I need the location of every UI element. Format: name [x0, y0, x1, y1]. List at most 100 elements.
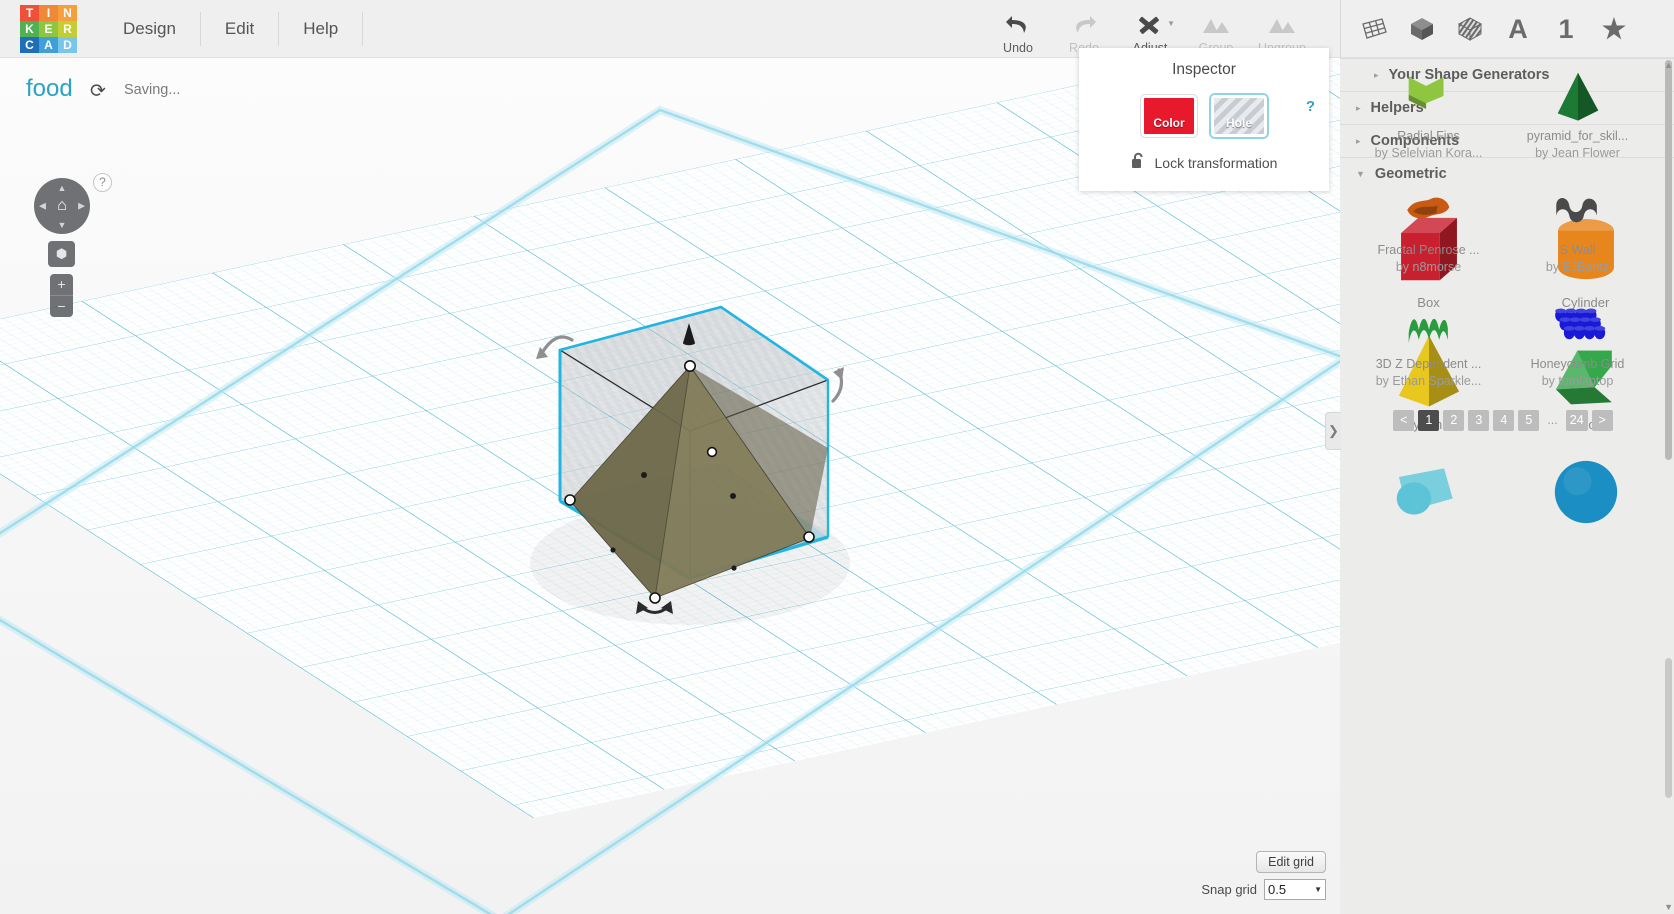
- save-status: Saving...: [124, 82, 181, 98]
- edit-grid-button[interactable]: Edit grid: [1256, 851, 1326, 873]
- menu-item-edit[interactable]: Edit: [201, 11, 280, 46]
- gallery-item-author: by EJBantz: [1545, 260, 1610, 274]
- pagination-page-4[interactable]: 4: [1493, 410, 1515, 431]
- logo-tile-t: T: [20, 4, 39, 21]
- gallery-item[interactable]: Fractal Penrose ... by n8morse: [1354, 172, 1503, 286]
- zoom-out-button[interactable]: −: [50, 296, 73, 317]
- gallery-item-author: by Ethan Sparkle...: [1375, 374, 1482, 388]
- handle-center: [706, 446, 718, 458]
- color-swatch-label: Color: [1153, 116, 1185, 130]
- shape-item-halfcyl[interactable]: [1350, 438, 1507, 545]
- undo-button[interactable]: Undo: [985, 3, 1051, 55]
- adjust-caret-icon: ▼: [1167, 19, 1175, 28]
- gallery-item[interactable]: Honeycomb Grid by tomlaptop: [1503, 286, 1652, 400]
- nav-right-icon[interactable]: ▶: [78, 201, 85, 212]
- color-swatch-button[interactable]: Color: [1141, 95, 1197, 137]
- shapes-sidebar: Radial Fins by Selelvian Kora... pyramid_f…: [1340, 58, 1674, 914]
- handle-right: [803, 531, 815, 543]
- handle-dot-a: [641, 472, 647, 478]
- undo-label: Undo: [1003, 41, 1033, 55]
- snap-grid-select[interactable]: 0.5 ▼: [1264, 879, 1326, 900]
- gallery-item-name: Honeycomb Grid: [1530, 357, 1625, 371]
- numbers-icon[interactable]: 1: [1549, 12, 1583, 46]
- letters-icon[interactable]: A: [1501, 12, 1535, 46]
- refresh-icon[interactable]: ⟳: [90, 80, 106, 103]
- scroll-up-icon[interactable]: ▲: [1664, 60, 1673, 70]
- pagination-prev[interactable]: <: [1393, 410, 1415, 431]
- inspector-help-icon[interactable]: ?: [1306, 98, 1315, 115]
- gallery-item-author: by Selelvian Kora...: [1374, 146, 1483, 160]
- project-title[interactable]: food: [26, 75, 73, 103]
- tinkercad-app: TINKERCAD Design Edit Help Undo Redo: [0, 0, 1674, 914]
- gallery-item[interactable]: S Wall by EJBantz: [1503, 172, 1652, 286]
- redo-icon: [1071, 12, 1097, 38]
- logo-tile-i: I: [39, 4, 58, 21]
- logo-tile-e: E: [39, 20, 58, 37]
- lock-transformation-label: Lock transformation: [1154, 154, 1278, 171]
- snap-grid-row: Snap grid 0.5 ▼: [1201, 879, 1326, 900]
- inspector-swatches: Color Hole: [1079, 95, 1329, 137]
- gallery-pagination: <1 2 3 4 5... 24 >: [1354, 400, 1652, 445]
- handle-left: [564, 494, 576, 506]
- pagination-page-3[interactable]: 3: [1468, 410, 1490, 431]
- chevron-down-icon: ▼: [1314, 885, 1322, 894]
- gallery-grid: Radial Fins by Selelvian Kora... pyramid_f…: [1354, 58, 1652, 400]
- gallery-item-name: 3D Z Dependent ...: [1375, 357, 1482, 371]
- pagination-next[interactable]: >: [1591, 410, 1613, 431]
- gallery-thumbnail-icon: [1505, 292, 1650, 356]
- gallery-item[interactable]: 3D Z Dependent ... by Ethan Sparkle...: [1354, 286, 1503, 400]
- pagination-page-5[interactable]: 5: [1518, 410, 1540, 431]
- zoom-in-button[interactable]: +: [50, 274, 73, 295]
- solid-cube-icon[interactable]: [1405, 12, 1439, 46]
- gallery-thumbnail-icon: [1356, 178, 1501, 242]
- fit-to-view-icon[interactable]: ⬢: [48, 241, 75, 267]
- handle-top: [683, 359, 696, 372]
- favorites-star-icon[interactable]: ★: [1597, 12, 1631, 46]
- pagination-page-2[interactable]: 2: [1443, 410, 1465, 431]
- sidebar-scrollbar-bottom[interactable]: [1665, 658, 1672, 798]
- gallery-item-name: Radial Fins: [1397, 129, 1460, 143]
- handle-dot-b: [730, 493, 736, 499]
- menu-item-help[interactable]: Help: [279, 11, 364, 46]
- gallery-item-author: by Jean Flower: [1535, 146, 1620, 160]
- gallery-section: Radial Fins by Selelvian Kora... pyramid_f…: [1340, 58, 1666, 445]
- nav-down-icon[interactable]: ▼: [58, 220, 67, 230]
- pagination-page-1[interactable]: 1: [1418, 410, 1440, 431]
- handle-dot-d: [731, 565, 737, 571]
- sidebar-scrollbar-top[interactable]: [1665, 60, 1672, 460]
- pagination-page-last[interactable]: 24: [1565, 410, 1588, 431]
- toolbar-right-icons: A 1 ★: [1340, 0, 1631, 58]
- ungroup-icon: [1267, 12, 1297, 38]
- inspector-panel: Inspector ? Color Hole Lock transformati…: [1079, 48, 1329, 191]
- home-view-icon[interactable]: ⌂: [57, 197, 67, 215]
- logo-tile-r: R: [58, 20, 77, 37]
- main-menu: Design Edit Help: [99, 0, 364, 58]
- gallery-thumbnail-icon: [1356, 292, 1501, 356]
- hole-swatch-button[interactable]: Hole: [1211, 95, 1267, 137]
- hole-swatch-label: Hole: [1225, 116, 1252, 130]
- handle-front: [649, 592, 661, 604]
- scroll-down-icon[interactable]: ▼: [1664, 902, 1673, 912]
- group-icon: [1201, 12, 1231, 38]
- top-menu-bar: TINKERCAD Design Edit Help Undo Redo: [0, 0, 1674, 58]
- striped-cube-icon[interactable]: [1453, 12, 1487, 46]
- nav-left-icon[interactable]: ◀: [39, 201, 46, 212]
- logo-tile-k: K: [20, 20, 39, 37]
- view-navigator[interactable]: ▲ ▼ ◀ ▶ ⌂: [34, 178, 90, 234]
- menu-item-design[interactable]: Design: [99, 11, 201, 46]
- gallery-item-author: by n8morse: [1395, 260, 1462, 274]
- help-badge-icon[interactable]: ?: [93, 173, 112, 192]
- grid-controls: Edit grid Snap grid 0.5 ▼: [1201, 851, 1326, 900]
- gallery-thumbnail-icon: [1356, 64, 1501, 128]
- lock-transformation-row[interactable]: Lock transformation: [1079, 152, 1329, 173]
- gallery-item[interactable]: pyramid_for_skil... by Jean Flower: [1503, 58, 1652, 172]
- tinkercad-logo[interactable]: TIN KER CAD: [20, 4, 77, 53]
- gallery-thumbnail-icon: [1505, 64, 1650, 128]
- shape-item-sphere[interactable]: [1507, 438, 1664, 545]
- gallery-item[interactable]: Radial Fins by Selelvian Kora...: [1354, 58, 1503, 172]
- gallery-item-author: by tomlaptop: [1541, 374, 1614, 388]
- panel-collapse-toggle[interactable]: ❯: [1325, 412, 1341, 450]
- snap-grid-value: 0.5: [1268, 882, 1287, 897]
- workplane-icon[interactable]: [1357, 12, 1391, 46]
- nav-up-icon[interactable]: ▲: [58, 183, 67, 193]
